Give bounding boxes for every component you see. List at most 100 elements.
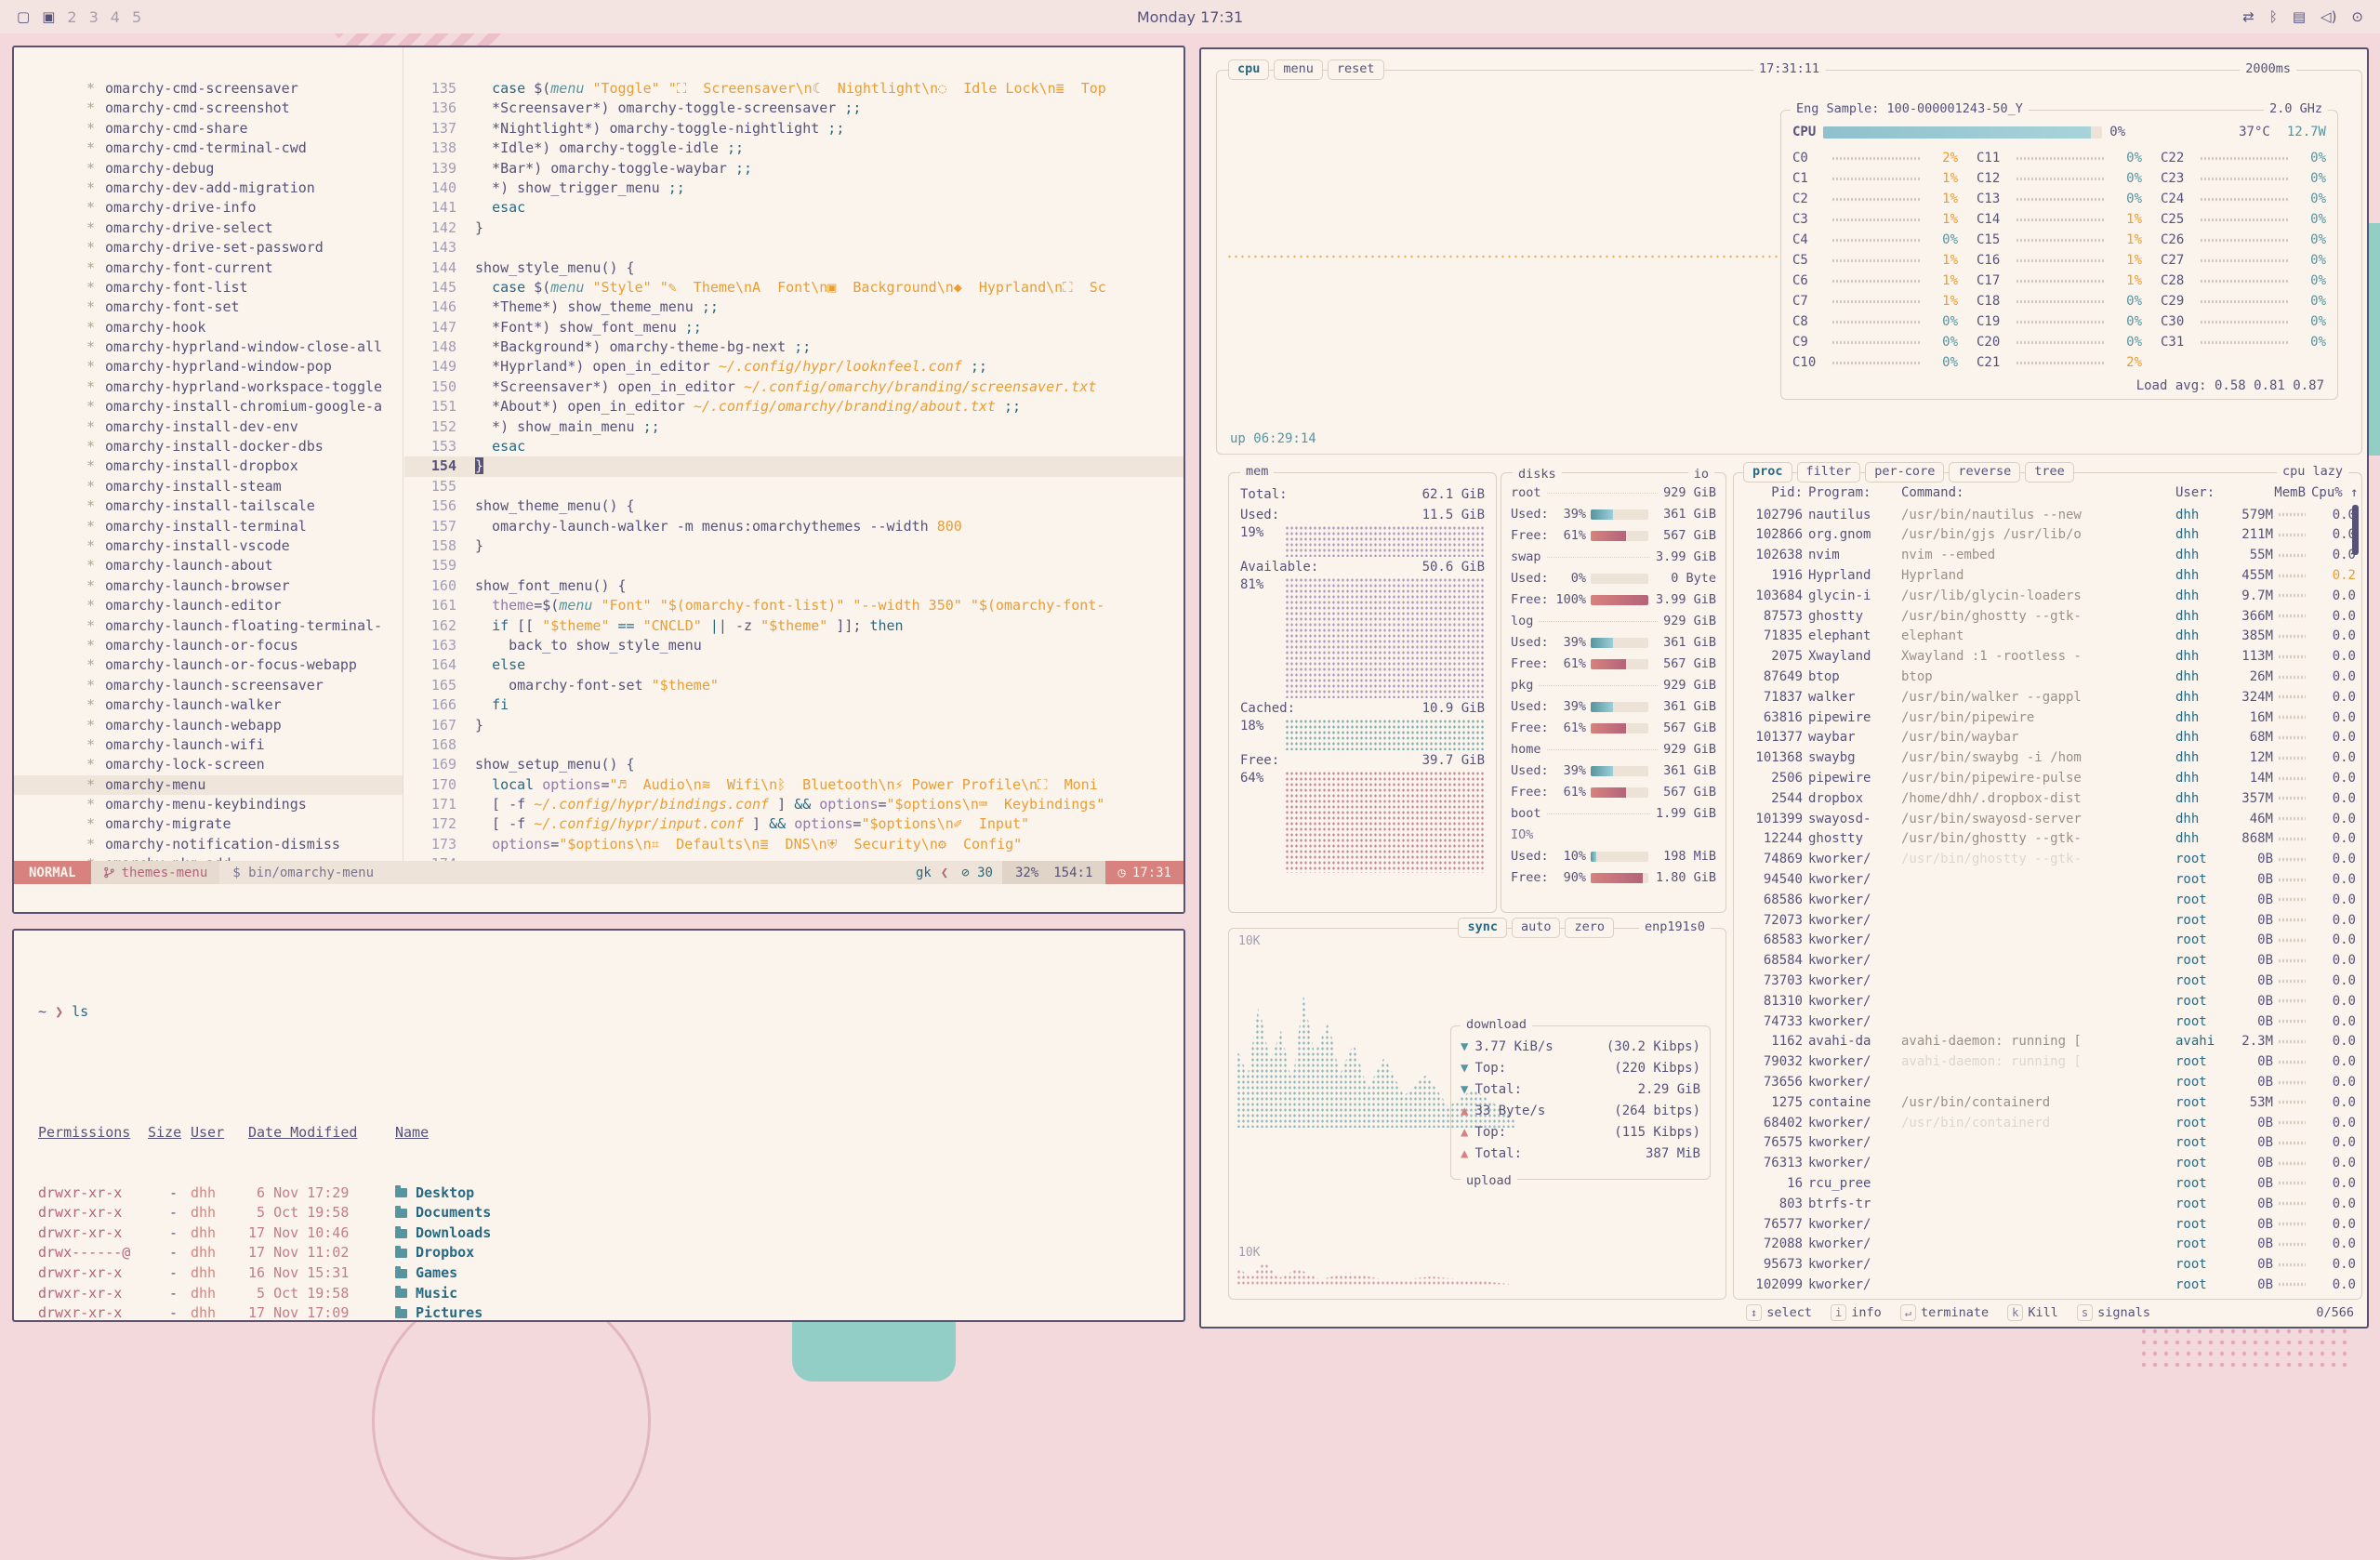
process-row[interactable]: 74869kworker//usr/bin/ghostty --gtk-root… (1743, 849, 2356, 869)
tab-tree[interactable]: tree (2025, 462, 2074, 483)
process-row[interactable]: 87573ghostty/usr/bin/ghostty --gtk-dhh36… (1743, 606, 2356, 627)
keyboard-icon[interactable]: ▤ (2293, 8, 2306, 25)
network-interface[interactable]: enp191s0 (1639, 919, 1711, 934)
process-row[interactable]: 81310kworker/root0B0.0 (1743, 991, 2356, 1011)
process-row[interactable]: 79032kworker/avahi-daemon: running [root… (1743, 1051, 2356, 1072)
file-item[interactable]: *omarchy-migrate (14, 814, 403, 834)
process-row[interactable]: 63816pipewire/usr/bin/pipewiredhh16M0.0 (1743, 707, 2356, 728)
process-row[interactable]: 76313kworker/root0B0.0 (1743, 1153, 2356, 1173)
dir-name[interactable]: Dropbox (395, 1243, 1183, 1263)
file-item[interactable]: *omarchy-launch-or-focus-webapp (14, 655, 403, 675)
file-item[interactable]: *omarchy-lock-screen (14, 755, 403, 774)
tab-reverse[interactable]: reverse (1949, 462, 2020, 483)
file-item[interactable]: *omarchy-launch-browser (14, 576, 403, 596)
proc-header-1[interactable]: Program: (1808, 485, 1896, 500)
proc-header-3[interactable]: User: (2175, 485, 2229, 500)
file-item[interactable]: *omarchy-launch-editor (14, 596, 403, 615)
process-row[interactable]: 12244ghostty/usr/bin/ghostty --gtk-dhh86… (1743, 829, 2356, 850)
tab-proc[interactable]: proc (1743, 462, 1792, 483)
process-row[interactable]: 102796nautilus/usr/bin/nautilus --newdhh… (1743, 505, 2356, 525)
file-item[interactable]: *omarchy-menu-keybindings (14, 795, 403, 814)
disks-panel-title[interactable]: disks (1513, 464, 1562, 485)
footer-signals[interactable]: ssignals (2077, 1304, 2150, 1321)
file-item[interactable]: *omarchy-install-tailscale (14, 496, 403, 516)
volume-icon[interactable]: ◁) (2320, 8, 2336, 25)
process-row[interactable]: 102638nvimnvim --embeddhh55M0.0 (1743, 545, 2356, 565)
footer-terminate[interactable]: ↵terminate (1900, 1304, 1989, 1321)
workspace-5[interactable]: 5 (132, 8, 141, 26)
file-item[interactable]: *omarchy-debug (14, 159, 403, 178)
dir-name[interactable]: Games (395, 1263, 1183, 1284)
tab-auto[interactable]: auto (1512, 918, 1561, 938)
process-row[interactable]: 71837walker/usr/bin/walker --gappldhh324… (1743, 687, 2356, 707)
file-item[interactable]: *omarchy-launch-wifi (14, 735, 403, 755)
tab-sync[interactable]: sync (1458, 918, 1507, 938)
file-item[interactable]: *omarchy-launch-webapp (14, 716, 403, 735)
file-item[interactable]: *omarchy-cmd-terminal-cwd (14, 139, 403, 158)
dir-name[interactable]: Music (395, 1284, 1183, 1304)
workspace-window-icon[interactable]: ▢ (17, 8, 30, 25)
command-line[interactable] (14, 884, 1183, 912)
file-item[interactable]: *omarchy-cmd-screenshot (14, 99, 403, 118)
file-item[interactable]: *omarchy-cmd-share (14, 119, 403, 139)
btop-window[interactable]: cpumenureset 17:31:11 2000ms up 06:29:14… (1199, 47, 2369, 1329)
terminal-window[interactable]: ~ ❯ ls Permissions Size User Date Modifi… (12, 929, 1185, 1322)
process-row[interactable]: 68584kworker/root0B0.0 (1743, 950, 2356, 971)
process-row[interactable]: 76577kworker/root0B0.0 (1743, 1214, 2356, 1235)
process-row[interactable]: 72088kworker/root0B0.0 (1743, 1234, 2356, 1254)
file-explorer[interactable]: *omarchy-cmd-screensaver*omarchy-cmd-scr… (14, 47, 403, 861)
file-item[interactable]: *omarchy-launch-screensaver (14, 676, 403, 695)
network-icon[interactable]: ⇄ (2242, 8, 2254, 25)
workspace-4[interactable]: 4 (111, 8, 120, 26)
file-item[interactable]: *omarchy-hyprland-window-pop (14, 357, 403, 377)
file-item[interactable]: *omarchy-install-steam (14, 477, 403, 496)
dir-name[interactable]: Desktop (395, 1183, 1183, 1204)
process-row[interactable]: 101377waybar/usr/bin/waybardhh68M0.0 (1743, 728, 2356, 748)
dir-name[interactable]: Downloads (395, 1223, 1183, 1244)
process-row[interactable]: 68586kworker/root0B0.0 (1743, 890, 2356, 910)
process-row[interactable]: 16rcu_preeroot0B0.0 (1743, 1173, 2356, 1194)
process-row[interactable]: 101368swaybg/usr/bin/swaybg -i /homdhh12… (1743, 747, 2356, 768)
file-item[interactable]: *omarchy-install-vscode (14, 536, 403, 556)
file-item[interactable]: *omarchy-launch-or-focus (14, 636, 403, 655)
file-item[interactable]: *omarchy-hyprland-window-close-all (14, 337, 403, 357)
file-item[interactable]: *omarchy-launch-walker (14, 695, 403, 715)
process-row[interactable]: 68583kworker/root0B0.0 (1743, 931, 2356, 951)
process-row[interactable]: 102099kworker/root0B0.0 (1743, 1275, 2356, 1295)
file-item[interactable]: *omarchy-notification-dismiss (14, 835, 403, 854)
file-item[interactable]: *omarchy-font-current (14, 258, 403, 278)
process-row[interactable]: 73656kworker/root0B0.0 (1743, 1072, 2356, 1092)
code-area[interactable]: 135 case $(menu "Toggle" "⛶ Screensaver\… (404, 47, 1183, 861)
workspace-3[interactable]: 3 (89, 8, 99, 26)
tab-zero[interactable]: zero (1565, 918, 1614, 938)
file-item[interactable]: *omarchy-cmd-screensaver (14, 79, 403, 99)
tab-per-core[interactable]: per-core (1865, 462, 1944, 483)
file-item[interactable]: *omarchy-hyprland-workspace-toggle (14, 377, 403, 397)
footer-info[interactable]: iinfo (1831, 1304, 1882, 1321)
file-item[interactable]: *omarchy-hook (14, 318, 403, 337)
process-row[interactable]: 76575kworker/root0B0.0 (1743, 1133, 2356, 1154)
process-row[interactable]: 1275containe/usr/bin/containerdroot53M0.… (1743, 1092, 2356, 1113)
process-row[interactable]: 87649btopbtopdhh26M0.0 (1743, 667, 2356, 687)
workspace-2[interactable]: 2 (67, 8, 76, 26)
process-row[interactable]: 1162avahi-daavahi-daemon: running [avahi… (1743, 1032, 2356, 1052)
footer-kill[interactable]: kKill (2007, 1304, 2058, 1321)
file-item[interactable]: *omarchy-drive-select (14, 218, 403, 238)
process-row[interactable]: 1916HyprlandHyprlanddhh455M0.2 (1743, 565, 2356, 586)
process-row[interactable]: 102866org.gnom/usr/bin/gjs /usr/lib/odhh… (1743, 525, 2356, 546)
file-item[interactable]: *omarchy-dev-add-migration (14, 178, 403, 198)
mem-panel-title[interactable]: mem (1240, 464, 1274, 479)
dir-name[interactable]: Pictures (395, 1303, 1183, 1322)
process-row[interactable]: 74733kworker/root0B0.0 (1743, 1011, 2356, 1032)
editor-window[interactable]: *omarchy-cmd-screensaver*omarchy-cmd-scr… (12, 46, 1185, 914)
process-row[interactable]: 2075XwaylandXwayland :1 -rootless -dhh11… (1743, 646, 2356, 667)
process-row[interactable]: 2544dropbox/home/dhh/.dropbox-distdhh357… (1743, 788, 2356, 809)
file-item[interactable]: *omarchy-install-terminal (14, 517, 403, 536)
file-item[interactable]: *omarchy-install-docker-dbs (14, 437, 403, 456)
git-branch[interactable]: themes-menu (91, 861, 220, 884)
process-row[interactable]: 95673kworker/root0B0.0 (1743, 1254, 2356, 1275)
proc-header-2[interactable]: Command: (1901, 485, 2170, 500)
bluetooth-icon[interactable]: ᛒ (2269, 8, 2278, 25)
file-item[interactable]: *omarchy-drive-info (14, 198, 403, 218)
tab-menu[interactable]: menu (1274, 59, 1323, 80)
